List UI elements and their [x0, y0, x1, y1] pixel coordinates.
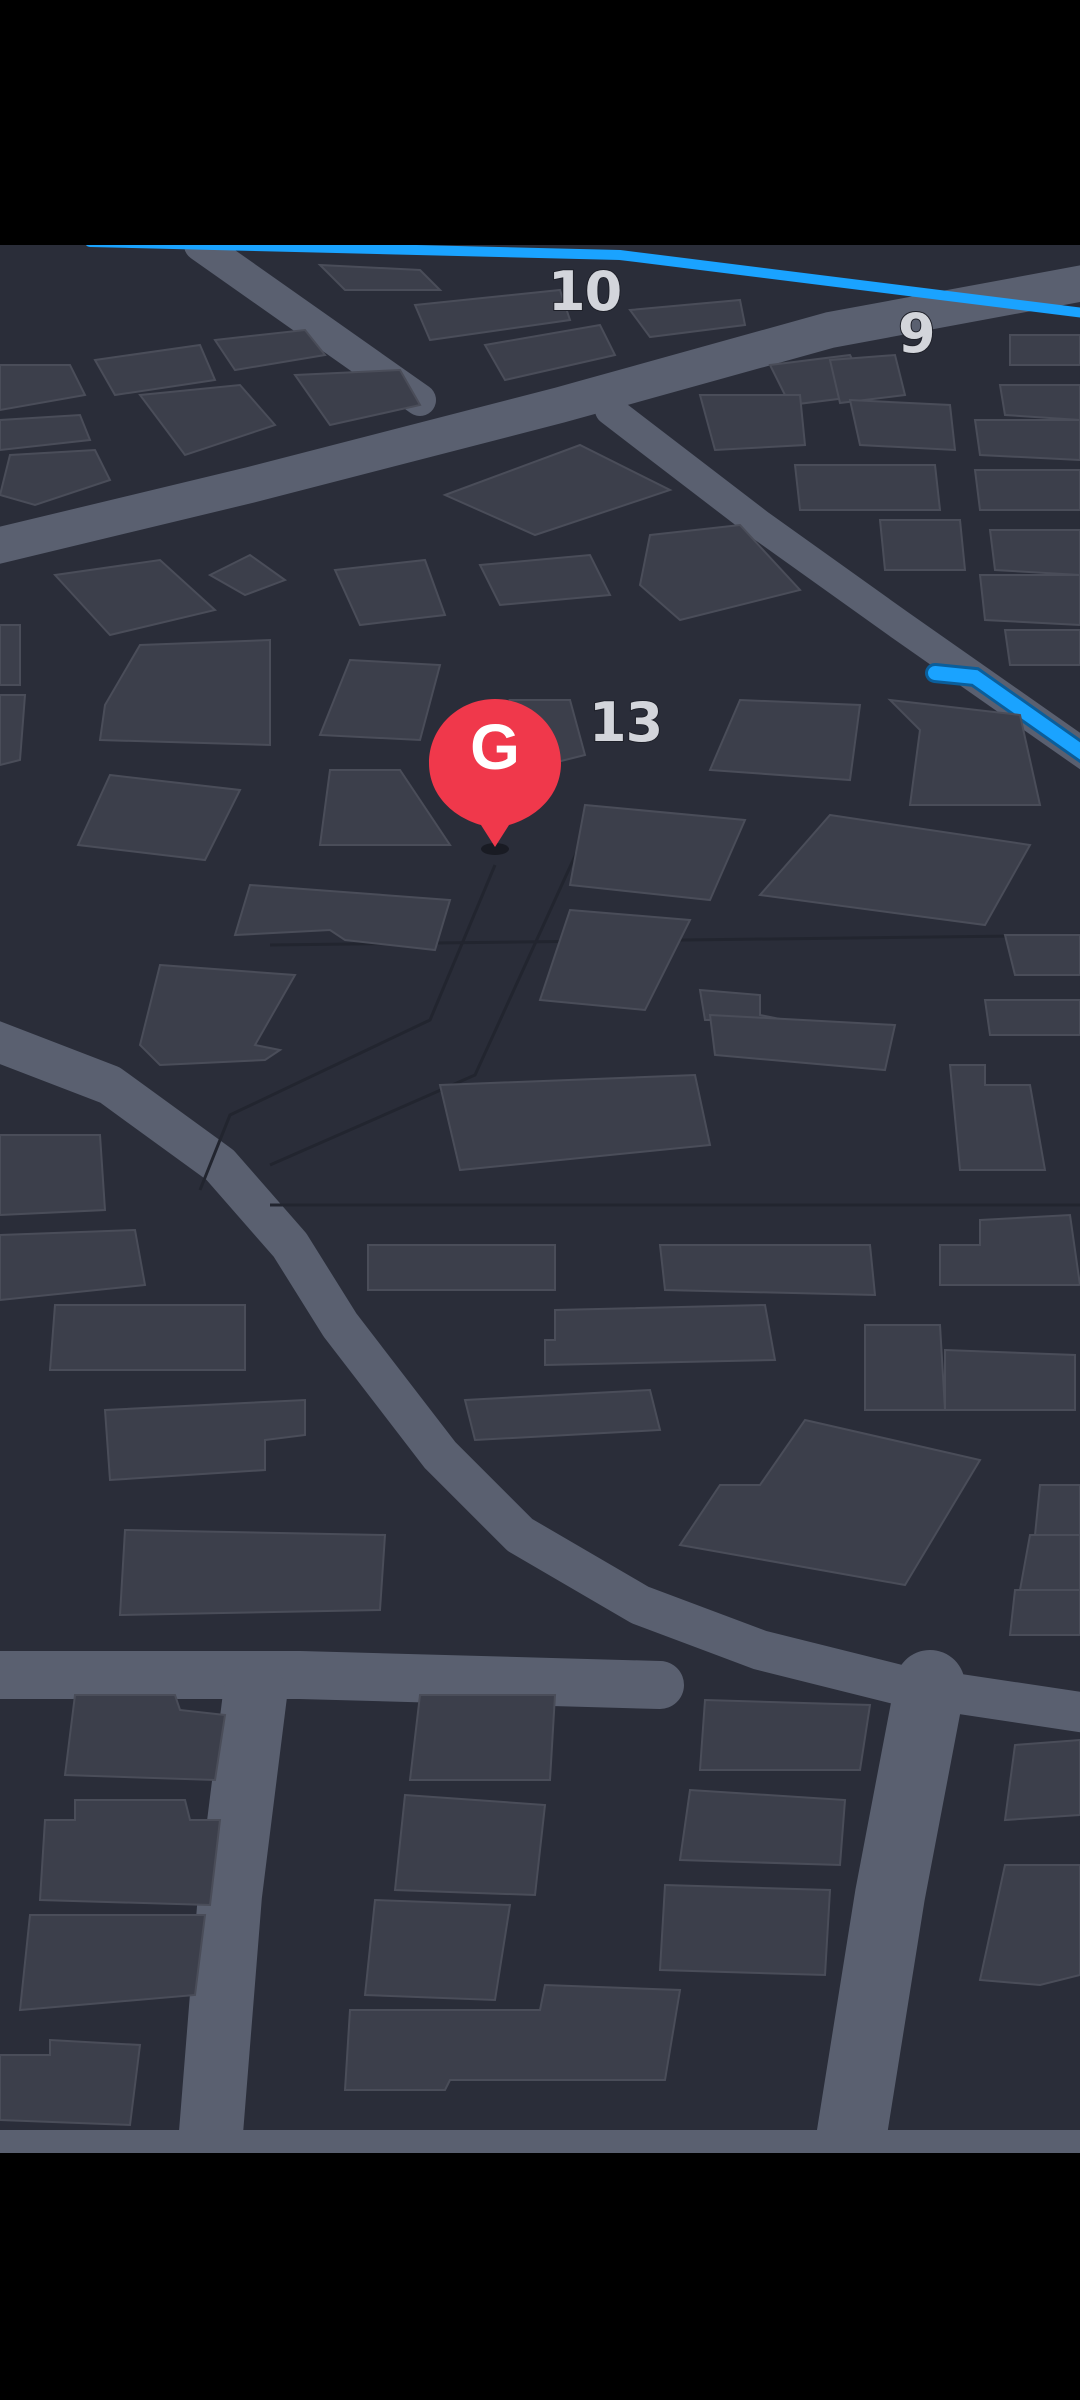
screen: 10 9 13 G	[0, 0, 1080, 2400]
road-horizontal-lower	[0, 1651, 684, 1709]
pin-letter: G	[470, 711, 520, 783]
destination-pin[interactable]: G	[425, 695, 565, 859]
map-canvas[interactable]	[0, 245, 1080, 2153]
map-view[interactable]: 10 9 13 G	[0, 245, 1080, 2153]
house-number-9: 9	[897, 302, 937, 365]
house-number-10: 10	[547, 260, 623, 323]
house-number-13: 13	[588, 691, 664, 754]
